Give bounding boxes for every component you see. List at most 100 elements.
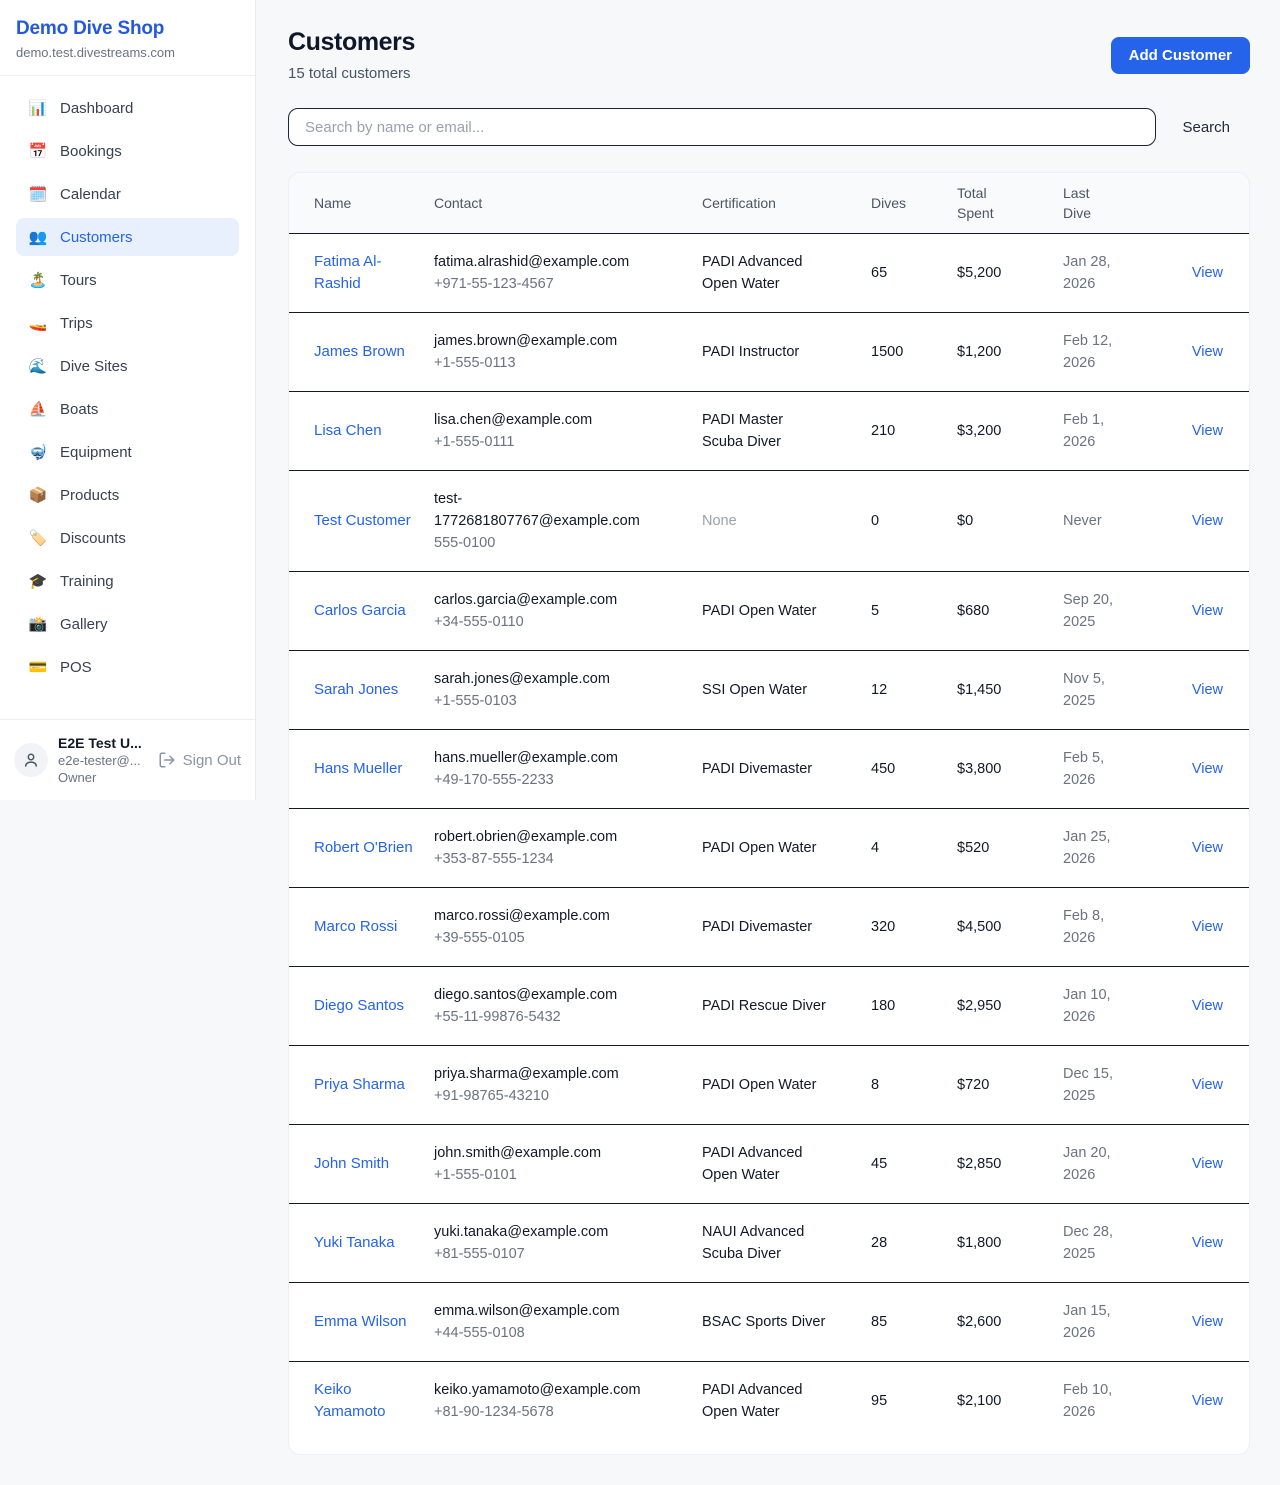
customer-dives: 95 xyxy=(871,1362,957,1441)
view-customer-link[interactable]: View xyxy=(1192,423,1223,439)
customer-certification: PADI Open Water xyxy=(702,1074,816,1096)
customer-name-link[interactable]: Test Customer xyxy=(314,510,411,532)
customer-email: hans.mueller@example.com xyxy=(434,747,618,769)
customer-last-dive: Jan 20, 2026 xyxy=(1063,1142,1121,1186)
view-customer-link[interactable]: View xyxy=(1192,840,1223,856)
customer-dives: 1500 xyxy=(871,313,957,392)
search-button[interactable]: Search xyxy=(1156,119,1250,136)
add-customer-button[interactable]: Add Customer xyxy=(1111,37,1250,74)
customer-last-dive: Feb 5, 2026 xyxy=(1063,747,1121,791)
customer-phone: 555-0100 xyxy=(434,532,648,554)
sidebar-item-boats[interactable]: ⛵ Boats xyxy=(16,390,239,428)
customer-name-link[interactable]: Keiko Yamamoto xyxy=(314,1379,418,1423)
sidebar-item-dashboard[interactable]: 📊 Dashboard xyxy=(16,89,239,127)
sidebar-item-calendar[interactable]: 🗓️ Calendar xyxy=(16,175,239,213)
view-customer-link[interactable]: View xyxy=(1192,513,1223,529)
customer-certification: PADI Advanced Open Water xyxy=(702,251,826,295)
customer-last-dive: Feb 1, 2026 xyxy=(1063,409,1121,453)
sidebar-item-equipment[interactable]: 🤿 Equipment xyxy=(16,433,239,471)
sidebar-item-label: Boats xyxy=(60,401,98,418)
customer-name-link[interactable]: James Brown xyxy=(314,341,405,363)
view-customer-link[interactable]: View xyxy=(1192,265,1223,281)
customer-email: carlos.garcia@example.com xyxy=(434,589,617,611)
customer-name-link[interactable]: Sarah Jones xyxy=(314,679,398,701)
sidebar-item-products[interactable]: 📦 Products xyxy=(16,476,239,514)
search-input[interactable] xyxy=(288,108,1156,146)
customers-table: Name Contact Certification Dives Total S… xyxy=(289,173,1249,1440)
view-customer-link[interactable]: View xyxy=(1192,344,1223,360)
sidebar-item-bookings[interactable]: 📅 Bookings xyxy=(16,132,239,170)
sidebar-item-discounts[interactable]: 🏷️ Discounts xyxy=(16,519,239,557)
customer-name-link[interactable]: Robert O'Brien xyxy=(314,837,413,859)
view-customer-link[interactable]: View xyxy=(1192,761,1223,777)
customer-certification: BSAC Sports Diver xyxy=(702,1311,825,1333)
customer-name-link[interactable]: Fatima Al-Rashid xyxy=(314,251,418,295)
user-meta: E2E Test U... e2e-tester@... Owner xyxy=(58,735,142,785)
people-icon: 👥 xyxy=(28,230,48,245)
customer-name-link[interactable]: Lisa Chen xyxy=(314,420,382,442)
view-customer-link[interactable]: View xyxy=(1192,1156,1223,1172)
table-body: Fatima Al-Rashid fatima.alrashid@example… xyxy=(289,234,1249,1441)
customer-certification: NAUI Advanced Scuba Diver xyxy=(702,1221,826,1265)
view-customer-link[interactable]: View xyxy=(1192,1314,1223,1330)
package-icon: 📦 xyxy=(28,488,48,503)
customer-name-link[interactable]: Diego Santos xyxy=(314,995,404,1017)
customer-email: keiko.yamamoto@example.com xyxy=(434,1379,641,1401)
speedboat-icon: 🚤 xyxy=(28,316,48,331)
customer-certification: PADI Instructor xyxy=(702,341,799,363)
customer-name-link[interactable]: Priya Sharma xyxy=(314,1074,405,1096)
customer-total-spent: $1,800 xyxy=(957,1204,1063,1283)
brand-block: Demo Dive Shop demo.test.divestreams.com xyxy=(0,0,255,76)
page-header: Customers 15 total customers Add Custome… xyxy=(288,28,1250,82)
customer-phone: +1-555-0113 xyxy=(434,352,617,374)
customer-name-link[interactable]: Emma Wilson xyxy=(314,1311,407,1333)
user-role: Owner xyxy=(58,770,142,785)
view-customer-link[interactable]: View xyxy=(1192,682,1223,698)
customer-total-spent: $520 xyxy=(957,809,1063,888)
customer-certification: PADI Divemaster xyxy=(702,758,812,780)
customer-email: james.brown@example.com xyxy=(434,330,617,352)
sidebar-item-gallery[interactable]: 📸 Gallery xyxy=(16,605,239,643)
customer-count: 15 total customers xyxy=(288,65,415,82)
sidebar-item-customers[interactable]: 👥 Customers xyxy=(16,218,239,256)
customer-email: yuki.tanaka@example.com xyxy=(434,1221,608,1243)
view-customer-link[interactable]: View xyxy=(1192,1077,1223,1093)
customer-name-link[interactable]: Marco Rossi xyxy=(314,916,397,938)
customer-dives: 85 xyxy=(871,1283,957,1362)
sidebar-item-training[interactable]: 🎓 Training xyxy=(16,562,239,600)
customer-last-dive: Jan 15, 2026 xyxy=(1063,1300,1121,1344)
sidebar: Demo Dive Shop demo.test.divestreams.com… xyxy=(0,0,256,800)
customer-name-link[interactable]: Yuki Tanaka xyxy=(314,1232,395,1254)
customer-total-spent: $2,600 xyxy=(957,1283,1063,1362)
sidebar-item-label: Tours xyxy=(60,272,97,289)
sidebar-item-pos[interactable]: 💳 POS xyxy=(16,648,239,686)
customer-email: robert.obrien@example.com xyxy=(434,826,617,848)
customer-last-dive: Jan 28, 2026 xyxy=(1063,251,1121,295)
customer-email: john.smith@example.com xyxy=(434,1142,601,1164)
customer-certification: PADI Rescue Diver xyxy=(702,995,826,1017)
customer-phone: +1-555-0103 xyxy=(434,690,610,712)
customer-last-dive: Dec 15, 2025 xyxy=(1063,1063,1121,1107)
view-customer-link[interactable]: View xyxy=(1192,998,1223,1014)
customer-phone: +39-555-0105 xyxy=(434,927,610,949)
customer-name-link[interactable]: Carlos Garcia xyxy=(314,600,406,622)
customer-name-link[interactable]: Hans Mueller xyxy=(314,758,402,780)
sidebar-item-label: Gallery xyxy=(60,616,108,633)
customer-total-spent: $3,200 xyxy=(957,392,1063,471)
view-customer-link[interactable]: View xyxy=(1192,919,1223,935)
customer-last-dive: Feb 12, 2026 xyxy=(1063,330,1121,374)
customer-name-link[interactable]: John Smith xyxy=(314,1153,389,1175)
sidebar-item-label: Bookings xyxy=(60,143,122,160)
view-customer-link[interactable]: View xyxy=(1192,1393,1223,1409)
view-customer-link[interactable]: View xyxy=(1192,603,1223,619)
sidebar-item-tours[interactable]: 🏝️ Tours xyxy=(16,261,239,299)
table-row: John Smith john.smith@example.com +1-555… xyxy=(289,1125,1249,1204)
view-customer-link[interactable]: View xyxy=(1192,1235,1223,1251)
person-icon xyxy=(22,751,40,769)
spiral-calendar-icon: 🗓️ xyxy=(28,187,48,202)
sidebar-item-trips[interactable]: 🚤 Trips xyxy=(16,304,239,342)
sidebar-item-dive-sites[interactable]: 🌊 Dive Sites xyxy=(16,347,239,385)
sign-out-button[interactable]: Sign Out xyxy=(158,751,241,769)
customer-phone: +1-555-0101 xyxy=(434,1164,601,1186)
wave-icon: 🌊 xyxy=(28,359,48,374)
